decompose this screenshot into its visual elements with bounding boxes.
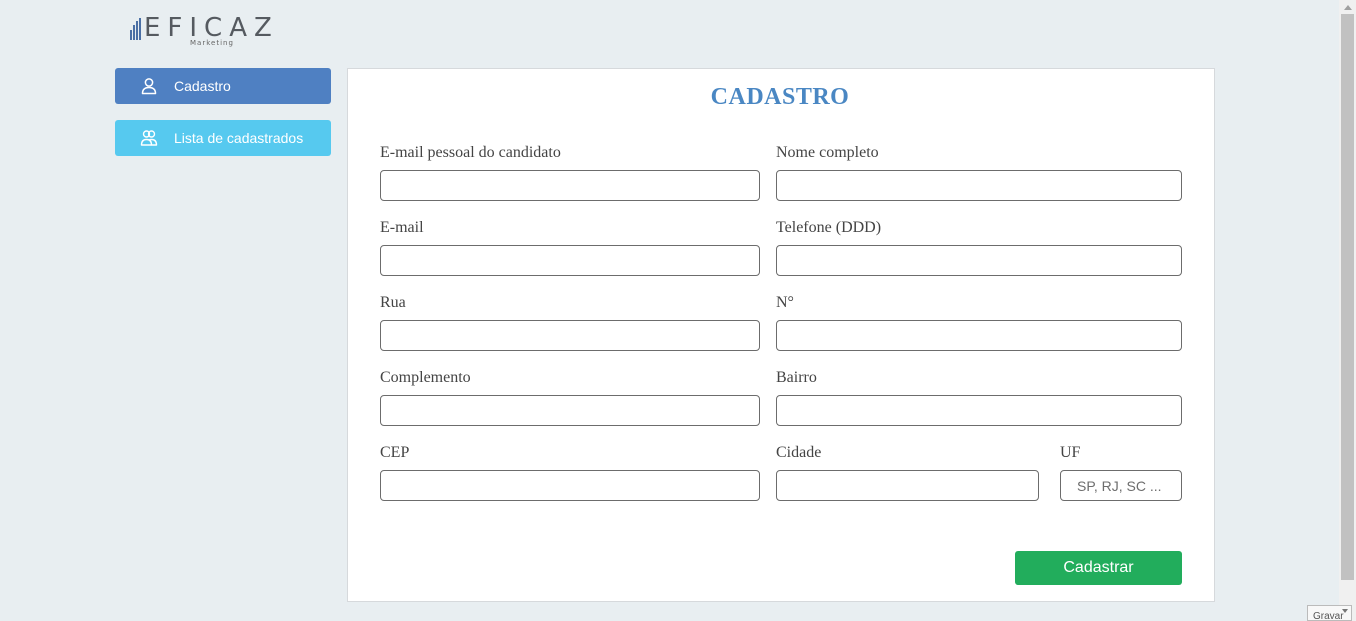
email-input[interactable] xyxy=(380,245,760,276)
sidebar-item-cadastro[interactable]: Cadastro xyxy=(115,68,331,104)
page-scrollbar[interactable] xyxy=(1339,0,1356,621)
numero-label: N° xyxy=(776,294,794,311)
nome-label: Nome completo xyxy=(776,144,879,161)
telefone-label: Telefone (DDD) xyxy=(776,219,882,236)
scroll-up-arrow-icon[interactable] xyxy=(1339,0,1356,14)
bairro-input[interactable] xyxy=(776,395,1182,426)
user-icon xyxy=(140,77,158,95)
nome-input[interactable] xyxy=(776,170,1182,201)
cadastrar-button[interactable]: Cadastrar xyxy=(1015,551,1182,585)
rua-input[interactable] xyxy=(380,320,760,351)
cidade-label: Cidade xyxy=(776,444,822,461)
complemento-label: Complemento xyxy=(380,369,471,386)
uf-label: UF xyxy=(1060,444,1081,461)
logo-subtext: Marketing xyxy=(190,39,234,47)
email-candidato-input[interactable] xyxy=(380,170,760,201)
form-title: CADASTRO xyxy=(710,84,850,110)
scroll-thumb[interactable] xyxy=(1341,14,1354,580)
logo-bars-icon xyxy=(130,18,142,40)
sidebar-item-label: Lista de cadastrados xyxy=(174,130,304,146)
sidebar-item-lista-cadastrados[interactable]: Lista de cadastrados xyxy=(115,120,331,156)
cep-label: CEP xyxy=(380,444,410,461)
telefone-input[interactable] xyxy=(776,245,1182,276)
users-icon xyxy=(140,129,158,147)
sidebar-item-label: Cadastro xyxy=(174,78,231,94)
gravar-widget[interactable]: Gravar xyxy=(1307,605,1352,621)
numero-input[interactable] xyxy=(776,320,1182,351)
gravar-label: Gravar xyxy=(1313,611,1344,621)
cep-input[interactable] xyxy=(380,470,760,501)
page: EFICAZ Marketing Cadastro Lista de cadas… xyxy=(0,0,1356,621)
chevron-down-icon xyxy=(1342,609,1348,613)
uf-input[interactable] xyxy=(1060,470,1182,501)
email-label: E-mail xyxy=(380,219,424,236)
eficaz-logo: EFICAZ Marketing xyxy=(130,12,272,50)
rua-label: Rua xyxy=(380,294,406,311)
cidade-input[interactable] xyxy=(776,470,1039,501)
complemento-input[interactable] xyxy=(380,395,760,426)
bairro-label: Bairro xyxy=(776,369,817,386)
email-candidato-label: E-mail pessoal do candidato xyxy=(380,144,561,161)
